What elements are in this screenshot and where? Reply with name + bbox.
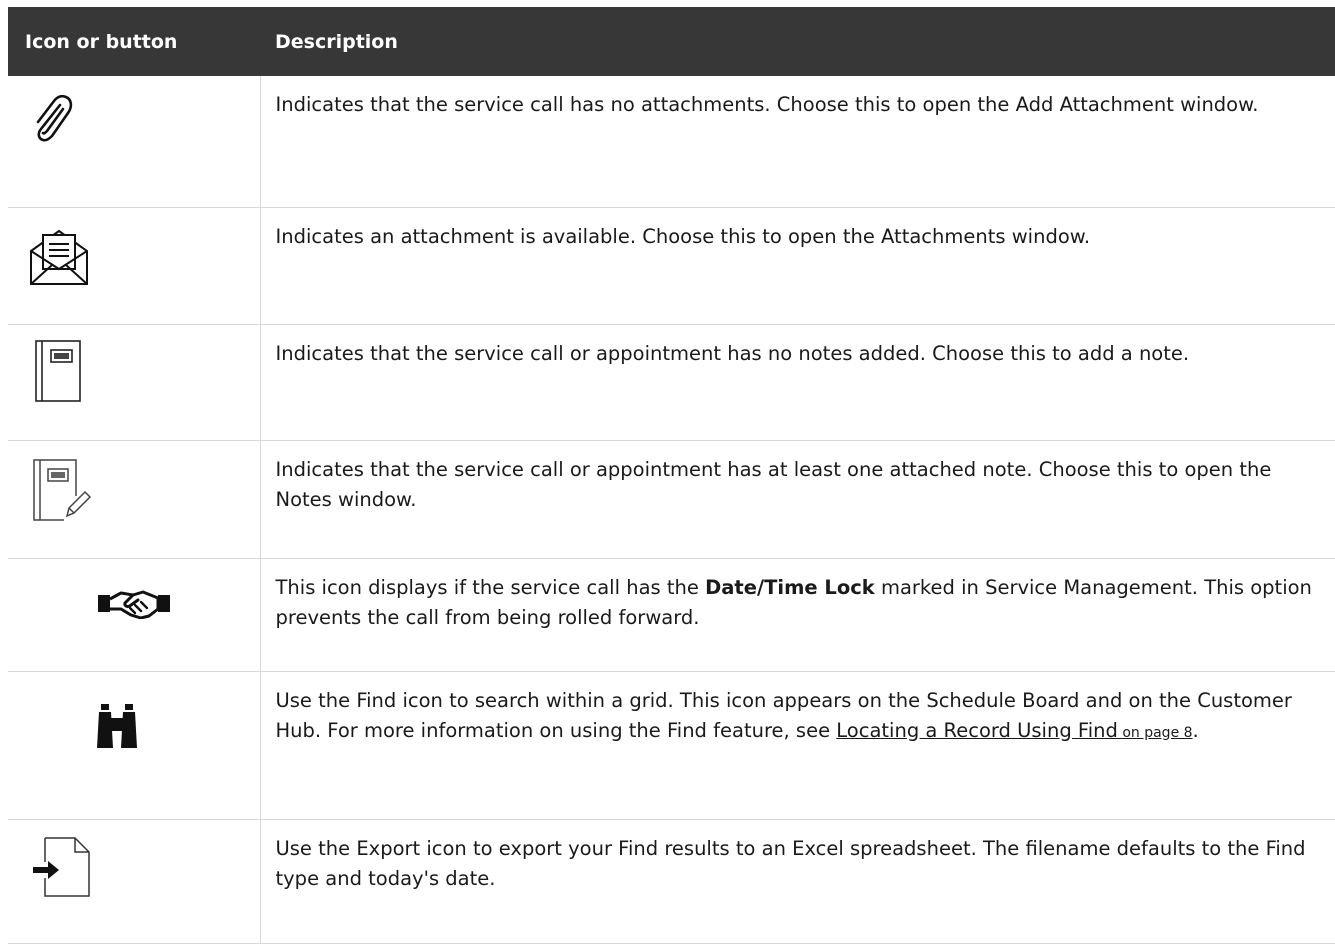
table-header-row: Icon or button Description (8, 7, 1335, 76)
link-text: Locating a Record Using Find (836, 718, 1118, 742)
open-envelope-document-icon[interactable] (28, 225, 90, 287)
icon-reference-table: Icon or button Description Indicates tha… (8, 7, 1335, 944)
icon-cell (8, 324, 261, 441)
description-cell: Indicates that the service call has no a… (260, 76, 1335, 208)
table-row: Use the Export icon to export your Find … (8, 819, 1335, 944)
icon-cell (8, 207, 261, 325)
table-row: Indicates that the service call or appoi… (8, 440, 1335, 559)
table-row: Indicates that the service call has no a… (8, 76, 1335, 208)
description-cell: Indicates that the service call or appoi… (260, 324, 1335, 441)
icon-cell (8, 671, 261, 820)
icon-cell (8, 76, 261, 208)
date-time-lock-option: Date/Time Lock (705, 575, 875, 599)
table-row: Use the Find icon to search within a gri… (8, 671, 1335, 820)
paperclip-icon[interactable] (30, 92, 74, 144)
binoculars-icon[interactable] (96, 702, 138, 750)
export-document-arrow-icon[interactable] (31, 836, 93, 898)
description-cell: Indicates that the service call or appoi… (260, 440, 1335, 559)
description-text: This icon displays if the service call h… (275, 575, 706, 599)
icon-cell (8, 440, 261, 559)
description-cell: Use the Find icon to search within a gri… (260, 671, 1335, 820)
header-description: Description (260, 7, 1335, 76)
description-cell: Use the Export icon to export your Find … (260, 819, 1335, 944)
icon-cell (8, 819, 261, 944)
description-text: . (1192, 718, 1199, 742)
icon-reference-page: Icon or button Description Indicates tha… (8, 7, 1335, 944)
description-cell: This icon displays if the service call h… (260, 558, 1335, 672)
table-row: Indicates that the service call or appoi… (8, 324, 1335, 441)
link-page-reference: on page 8 (1117, 724, 1193, 741)
notebook-icon[interactable] (34, 339, 82, 403)
icon-cell (8, 558, 261, 672)
description-cell: Indicates an attachment is available. Ch… (260, 207, 1335, 325)
table-row: Indicates an attachment is available. Ch… (8, 207, 1335, 325)
header-icon-or-button: Icon or button (8, 7, 260, 76)
table-row: This icon displays if the service call h… (8, 558, 1335, 672)
notebook-pencil-icon[interactable] (32, 458, 96, 522)
locating-record-using-find-link[interactable]: Locating a Record Using Find on page 8 (836, 719, 1192, 742)
handshake-icon[interactable] (97, 589, 171, 619)
